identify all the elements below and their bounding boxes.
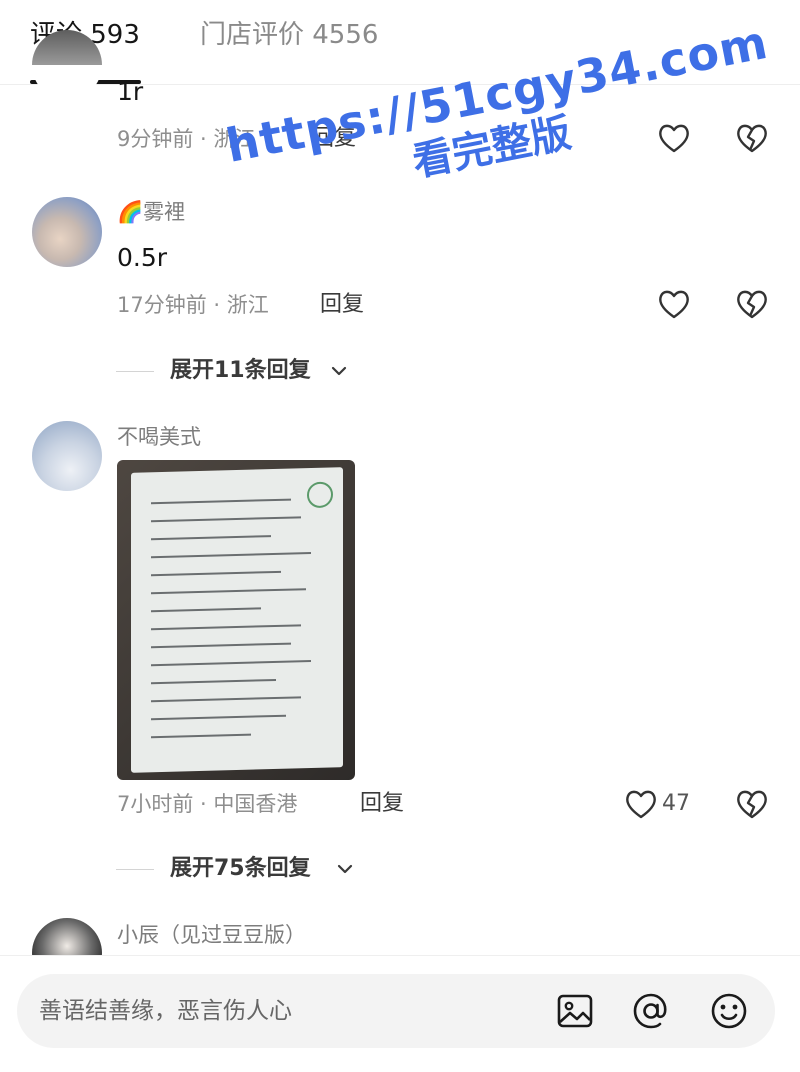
seal-mark: [307, 481, 333, 509]
comment-time-location: 17分钟前 · 浙江: [117, 293, 269, 317]
reply-button[interactable]: 回复: [360, 790, 404, 818]
expand-replies-label: 展开75条回复: [170, 856, 311, 881]
comment-content: 0.5r: [117, 243, 168, 272]
comment-composer-bar: 善语结善缘，恶言伤人心: [0, 955, 800, 1072]
comment-photo[interactable]: [117, 460, 355, 780]
broken-heart-icon[interactable]: [735, 788, 769, 820]
avatar[interactable]: [32, 30, 102, 100]
document-photo-content: [131, 467, 343, 773]
comment-content: 1r: [117, 77, 144, 106]
like-count: 47: [662, 791, 690, 816]
expand-replies-button[interactable]: 展开11条回复: [116, 356, 356, 386]
expand-replies-button[interactable]: 展开75条回复: [116, 854, 356, 884]
chevron-down-icon: [331, 366, 347, 376]
avatar[interactable]: [32, 421, 102, 491]
comment-input[interactable]: 善语结善缘，恶言伤人心: [17, 974, 775, 1048]
expand-replies-label: 展开11条回复: [170, 358, 311, 383]
emoji-icon[interactable]: [709, 991, 749, 1031]
commenter-name[interactable]: 小辰（见过豆豆版）: [117, 921, 306, 949]
avatar[interactable]: [32, 197, 102, 267]
heart-icon[interactable]: [657, 288, 691, 320]
comment-time-location: 7小时前 · 中国香港: [117, 792, 298, 816]
reply-button[interactable]: 回复: [320, 291, 364, 319]
comment-input-placeholder: 善语结善缘，恶言伤人心: [39, 998, 292, 1024]
heart-icon[interactable]: [624, 788, 658, 820]
image-icon[interactable]: [555, 991, 595, 1031]
broken-heart-icon[interactable]: [735, 288, 769, 320]
chevron-down-icon: [337, 864, 353, 874]
divider: [116, 869, 154, 870]
divider: [116, 371, 154, 372]
commenter-name[interactable]: 🌈雾裡: [117, 198, 185, 226]
commenter-name[interactable]: 不喝美式: [117, 423, 201, 451]
at-icon[interactable]: [631, 991, 671, 1031]
